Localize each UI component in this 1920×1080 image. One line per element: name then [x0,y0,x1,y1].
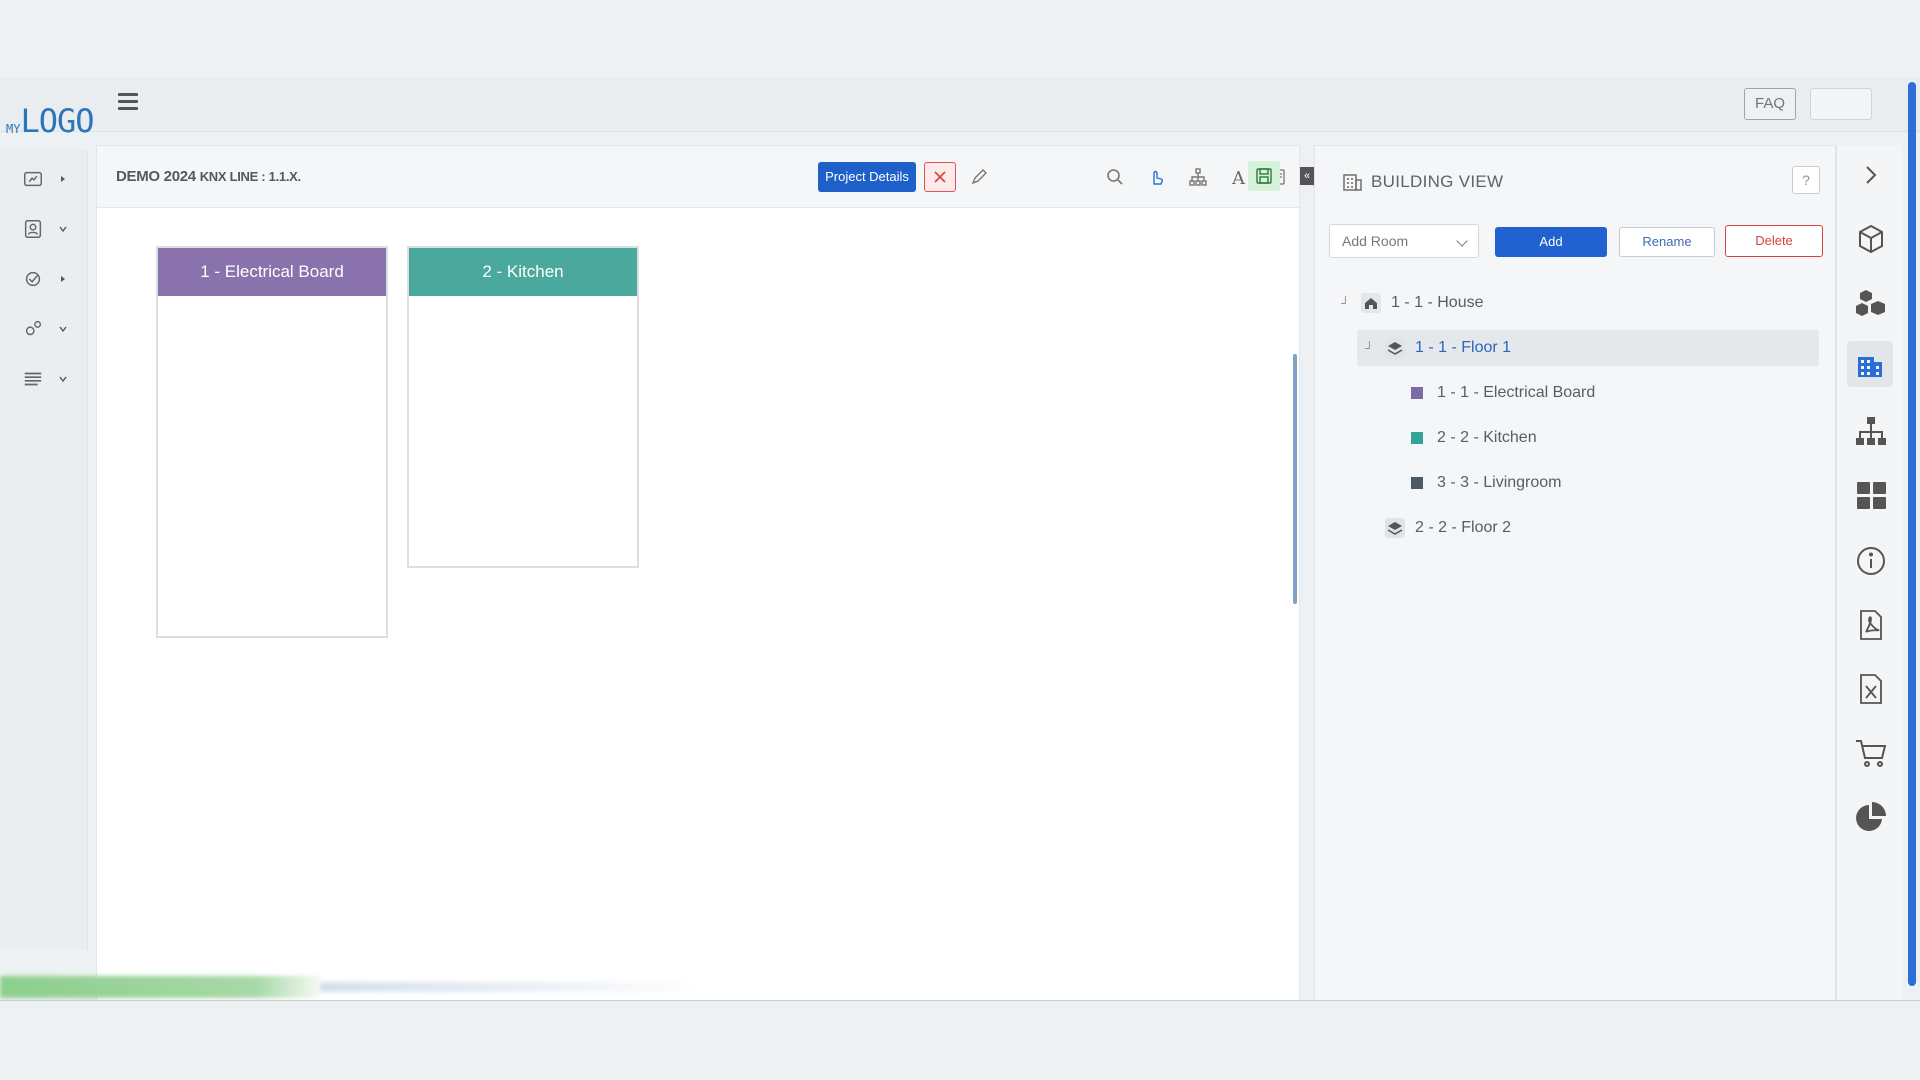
room-color-swatch [1411,477,1423,489]
nav-item-tools[interactable] [22,264,78,294]
add-button[interactable]: Add [1495,227,1607,257]
room-card-title[interactable]: 2 - Kitchen [409,248,637,296]
building-view-button[interactable] [1847,341,1893,387]
user-icon [24,220,42,238]
tree-item-room[interactable]: 2 - 2 - Kitchen [1405,420,1785,456]
delete-button[interactable]: Delete [1725,225,1823,257]
dashboard-icon [24,171,42,187]
canvas-scrollbar[interactable] [1293,354,1297,604]
faq-button[interactable]: FAQ [1744,88,1796,120]
room-color-swatch [1411,432,1423,444]
collapse-toggle-icon[interactable]: ┘ [1341,296,1351,310]
building-icon [1858,357,1882,377]
editor-panel: DEMO 2024 KNX LINE : 1.1.X. Project Deta… [96,145,1326,1001]
room-card-title[interactable]: 1 - Electrical Board [158,248,386,296]
save-button[interactable] [1248,161,1280,191]
cart-button[interactable] [1853,735,1889,771]
building-icon [1343,174,1362,191]
chevron-right-icon [61,276,65,282]
close-button[interactable] [924,162,956,192]
save-icon [1256,168,1272,184]
logo: MY LOGO [6,102,95,140]
nav-item-list[interactable] [22,364,78,394]
rename-button[interactable]: Rename [1619,227,1715,257]
list-icon [24,372,42,386]
pointer-button[interactable] [1140,162,1172,192]
user-menu-button[interactable] [1810,88,1872,120]
gears-icon [25,320,42,336]
help-button[interactable]: ? [1792,166,1820,194]
top-bar [0,78,1920,132]
home-icon [1361,293,1381,313]
collapse-toggle-icon[interactable]: ┘ [1365,341,1375,355]
single-component-button[interactable] [1853,221,1889,257]
floor-canvas[interactable]: 1 - Electrical Board 2 - Kitchen [97,208,1297,998]
right-toolbar [1836,145,1902,1001]
edit-button[interactable] [963,162,995,192]
cubes-icon [1856,290,1885,316]
sitemap-icon [1856,417,1886,445]
text-icon: A [1231,168,1246,187]
hierarchy-button[interactable] [1182,162,1214,192]
divider [0,1000,1920,1001]
page-scrollbar[interactable] [1908,82,1916,986]
info-icon [1857,547,1885,575]
nav-item-user[interactable] [22,214,78,244]
tools-icon [25,271,41,287]
close-icon [934,171,946,183]
pie-chart-icon [1856,802,1886,831]
topology-button[interactable] [1853,413,1889,449]
loading-bar-trail [320,982,690,992]
building-view-title: BUILDING VIEW [1371,172,1504,191]
menu-toggle-icon[interactable] [118,93,138,113]
tree-item-room[interactable]: 3 - 3 - Livingroom [1405,465,1785,501]
chevron-down-icon [59,226,67,233]
room-card[interactable]: 1 - Electrical Board [156,246,388,638]
cart-icon [1856,740,1887,767]
components-button[interactable] [1853,285,1889,321]
expand-button[interactable] [1853,157,1889,193]
cube-icon [1859,224,1883,254]
excel-icon [1860,674,1882,704]
project-title: DEMO 2024 KNX LINE : 1.1.X. [116,168,301,185]
pdf-icon [1860,610,1882,640]
layers-icon [1385,338,1405,358]
layers-icon [1385,518,1405,538]
grid-view-button[interactable] [1853,477,1889,513]
pencil-icon [971,169,987,185]
chevron-right-icon [61,176,65,182]
chevron-down-icon [59,326,67,333]
svg-text:A: A [1231,168,1246,187]
pdf-export-button[interactable] [1853,607,1889,643]
room-card[interactable]: 2 - Kitchen [407,246,639,568]
chevron-right-icon [1866,166,1877,184]
collapse-panel-icon[interactable]: « [1300,167,1314,185]
room-color-swatch [1411,387,1423,399]
nav-item-settings[interactable] [22,314,78,344]
building-view-panel: BUILDING VIEW ? Add Room Add Rename Dele… [1314,145,1836,1001]
tree-item-floor-1[interactable]: ┘ 1 - 1 - Floor 1 [1357,330,1819,366]
chevron-down-icon [59,376,67,383]
tree-item-floor-2[interactable]: 2 - 2 - Floor 2 [1385,510,1765,546]
add-room-select[interactable]: Add Room [1329,224,1479,258]
statistics-button[interactable] [1853,799,1889,835]
tree-item-room[interactable]: 1 - 1 - Electrical Board [1405,375,1785,411]
info-button[interactable] [1853,543,1889,579]
tree-item-house[interactable]: ┘ 1 - 1 - House [1341,285,1721,321]
search-button[interactable] [1099,162,1131,192]
chevron-down-icon [1456,235,1468,247]
excel-export-button[interactable] [1853,671,1889,707]
hierarchy-icon [1189,168,1207,186]
project-details-button[interactable]: Project Details [818,162,916,192]
search-icon [1107,169,1123,185]
loading-bar [0,976,320,998]
grid-icon [1857,482,1886,509]
left-sidebar [0,150,88,950]
editor-header: DEMO 2024 KNX LINE : 1.1.X. Project Deta… [97,146,1326,208]
nav-item-dashboard[interactable] [22,164,78,194]
pointer-icon [1153,170,1164,185]
